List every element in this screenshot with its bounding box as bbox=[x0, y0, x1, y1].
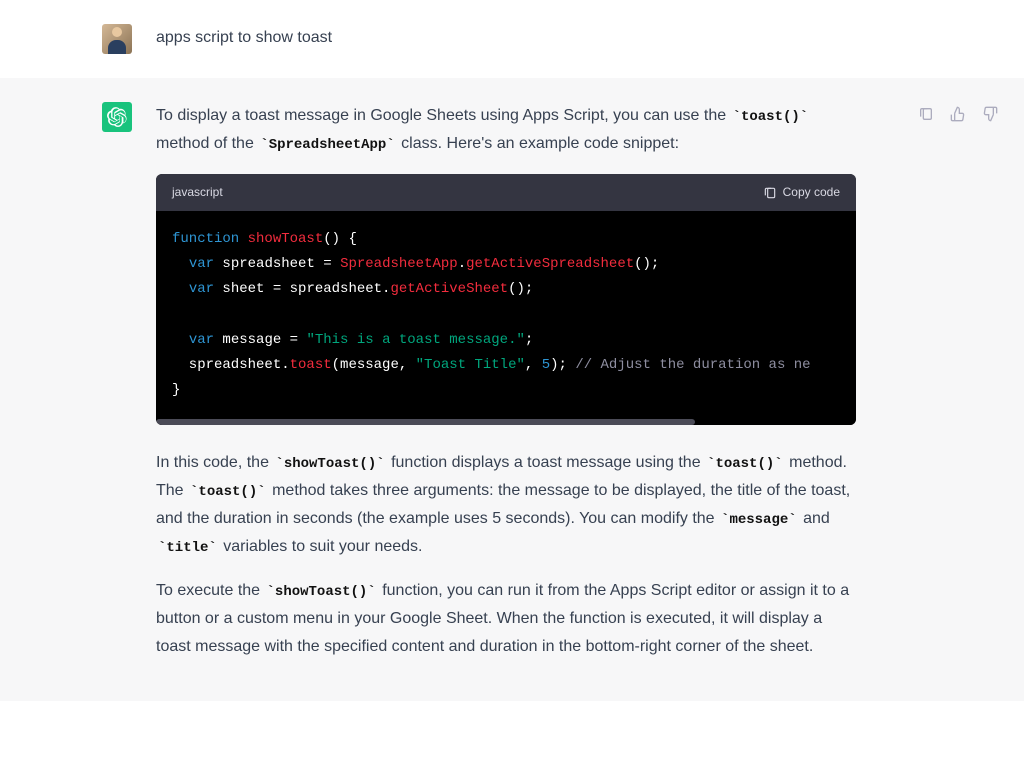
tok: function bbox=[172, 231, 239, 247]
text-segment: function displays a toast message using … bbox=[387, 454, 705, 471]
assistant-message-row: To display a toast message in Google She… bbox=[0, 78, 1024, 701]
assistant-paragraph-3: To execute the showToast() function, you… bbox=[156, 577, 856, 661]
tok: , bbox=[525, 357, 542, 373]
inline-code: showToast() bbox=[273, 456, 386, 472]
thumbs-down-icon bbox=[982, 106, 998, 122]
tok: spreadsheet. bbox=[172, 357, 290, 373]
message-actions bbox=[914, 102, 1002, 126]
assistant-paragraph-2: In this code, the showToast() function d… bbox=[156, 449, 856, 561]
tok: var bbox=[189, 281, 214, 297]
assistant-message-content: To display a toast message in Google She… bbox=[156, 102, 856, 677]
inline-code: SpreadsheetApp bbox=[258, 137, 396, 153]
inline-code: toast() bbox=[188, 484, 268, 500]
tok: // Adjust the duration as ne bbox=[575, 357, 810, 373]
thumbs-up-icon bbox=[950, 106, 966, 122]
user-avatar bbox=[102, 24, 132, 54]
clipboard-icon bbox=[763, 186, 777, 200]
text-segment: and bbox=[799, 510, 830, 527]
assistant-avatar bbox=[102, 102, 132, 132]
tok: } bbox=[172, 382, 180, 398]
tok: (); bbox=[634, 256, 659, 272]
tok: var bbox=[189, 256, 214, 272]
assistant-intro-paragraph: To display a toast message in Google She… bbox=[156, 102, 856, 158]
tok: ); bbox=[550, 357, 575, 373]
user-message-row: apps script to show toast bbox=[0, 0, 1024, 78]
tok: "This is a toast message." bbox=[306, 332, 524, 348]
clipboard-icon bbox=[918, 106, 934, 122]
tok: showToast bbox=[248, 231, 324, 247]
tok: getActiveSheet bbox=[390, 281, 508, 297]
text-segment: variables to suit your needs. bbox=[219, 538, 423, 555]
code-language-label: javascript bbox=[172, 182, 223, 203]
thumbs-down-button[interactable] bbox=[978, 102, 1002, 126]
text-segment: To display a toast message in Google She… bbox=[156, 107, 731, 124]
tok: (message, bbox=[332, 357, 416, 373]
copy-code-label: Copy code bbox=[783, 182, 840, 203]
tok: () bbox=[323, 231, 340, 247]
code-scrollbar-thumb[interactable] bbox=[156, 419, 695, 425]
text-segment: class. Here's an example code snippet: bbox=[397, 135, 679, 152]
tok: 5 bbox=[542, 357, 550, 373]
tok: { bbox=[340, 231, 357, 247]
inline-code: toast() bbox=[705, 456, 785, 472]
tok: spreadsheet = bbox=[214, 256, 340, 272]
inline-code: toast() bbox=[731, 109, 811, 125]
copy-code-button[interactable]: Copy code bbox=[763, 182, 840, 203]
tok: message = bbox=[214, 332, 306, 348]
tok: sheet = spreadsheet. bbox=[214, 281, 390, 297]
tok: toast bbox=[290, 357, 332, 373]
text-segment: In this code, the bbox=[156, 454, 273, 471]
tok: var bbox=[189, 332, 214, 348]
tok: (); bbox=[508, 281, 533, 297]
tok: SpreadsheetApp bbox=[340, 256, 458, 272]
inline-code: message bbox=[719, 512, 799, 528]
code-header: javascript Copy code bbox=[156, 174, 856, 211]
code-block: javascript Copy code function showToast(… bbox=[156, 174, 856, 425]
tok: "Toast Title" bbox=[416, 357, 525, 373]
text-segment: method of the bbox=[156, 135, 258, 152]
user-message-text: apps script to show toast bbox=[156, 24, 856, 54]
code-scrollbar-track[interactable] bbox=[156, 419, 856, 425]
text-segment: To execute the bbox=[156, 582, 265, 599]
openai-logo-icon bbox=[107, 107, 127, 127]
copy-message-button[interactable] bbox=[914, 102, 938, 126]
tok: ; bbox=[525, 332, 533, 348]
tok: . bbox=[458, 256, 466, 272]
tok: getActiveSpreadsheet bbox=[466, 256, 634, 272]
inline-code: title bbox=[156, 540, 219, 556]
code-body[interactable]: function showToast() { var spreadsheet =… bbox=[156, 211, 856, 419]
inline-code: showToast() bbox=[265, 584, 378, 600]
thumbs-up-button[interactable] bbox=[946, 102, 970, 126]
